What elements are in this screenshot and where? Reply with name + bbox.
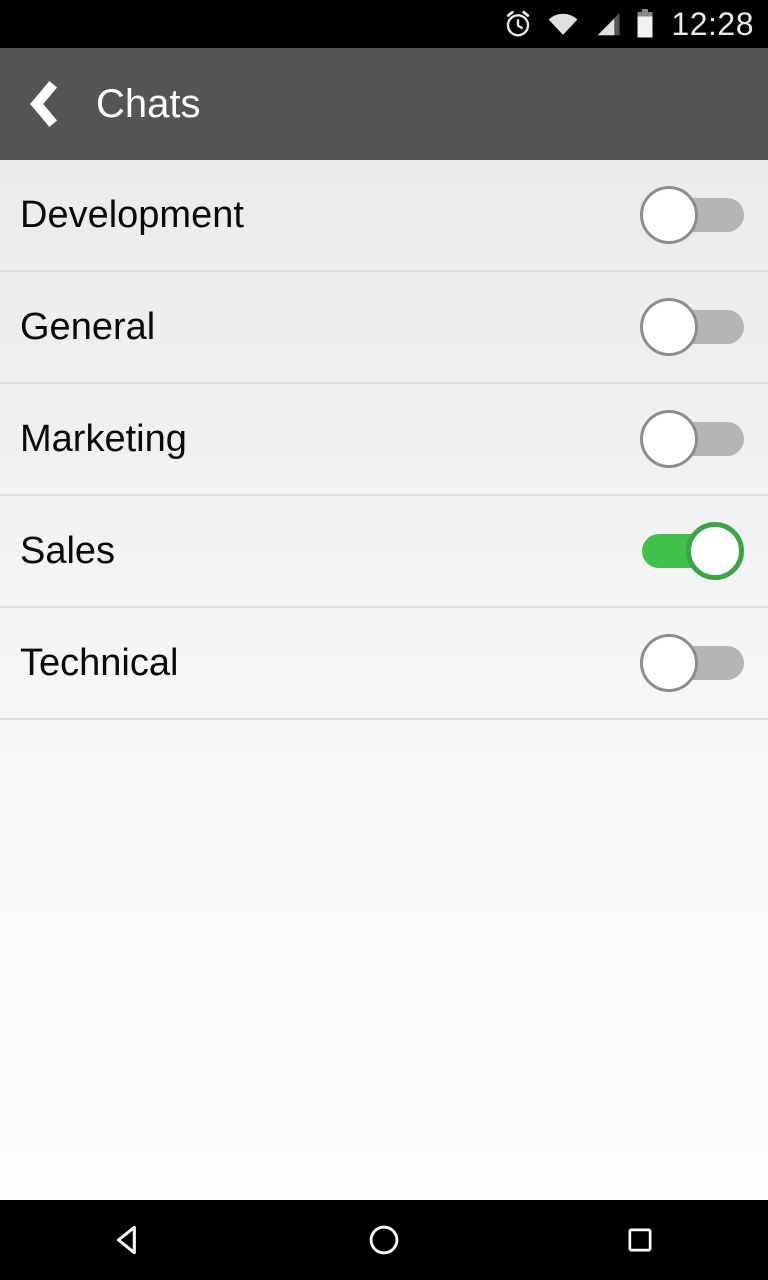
chat-list: Development General Marketing Sales Tech… (0, 160, 768, 1200)
list-item[interactable]: Sales (0, 496, 768, 608)
square-recents-icon (628, 1228, 652, 1252)
chat-toggle-switch[interactable] (640, 184, 746, 246)
status-icon-group (503, 9, 655, 39)
switch-knob (640, 186, 698, 244)
back-navigation-button[interactable] (0, 48, 86, 160)
page-title: Chats (96, 82, 201, 126)
triangle-back-icon (116, 1225, 136, 1255)
app-header: Chats (0, 48, 768, 160)
nav-recents-button[interactable] (565, 1200, 715, 1280)
status-bar: 12:28 (0, 0, 768, 48)
chat-name-label: Development (20, 194, 244, 236)
chat-toggle-switch[interactable] (640, 520, 746, 582)
chat-name-label: Marketing (20, 418, 187, 460)
chat-name-label: General (20, 306, 156, 348)
chat-name-label: Technical (20, 642, 179, 684)
switch-knob (640, 298, 698, 356)
alarm-icon (507, 10, 530, 37)
battery-icon (637, 9, 653, 38)
chat-name-label: Sales (20, 530, 116, 572)
list-item[interactable]: Technical (0, 608, 768, 720)
chat-toggle-switch[interactable] (640, 632, 746, 694)
switch-knob (640, 634, 698, 692)
android-navigation-bar (0, 1200, 768, 1280)
list-item[interactable]: Marketing (0, 384, 768, 496)
chat-toggle-switch[interactable] (640, 408, 746, 470)
circle-home-icon (369, 1225, 399, 1255)
status-bar-clock: 12:28 (671, 6, 754, 42)
switch-knob (640, 410, 698, 468)
switch-knob (686, 522, 744, 580)
list-item[interactable]: Development (0, 160, 768, 272)
wifi-icon (549, 13, 578, 35)
chat-toggle-switch[interactable] (640, 296, 746, 358)
nav-home-button[interactable] (309, 1200, 459, 1280)
chevron-left-icon (30, 81, 58, 127)
nav-back-button[interactable] (53, 1200, 203, 1280)
list-item[interactable]: General (0, 272, 768, 384)
signal-icon (597, 12, 621, 36)
phone-screen: 12:28 Chats Development General Marketin… (0, 0, 768, 1280)
